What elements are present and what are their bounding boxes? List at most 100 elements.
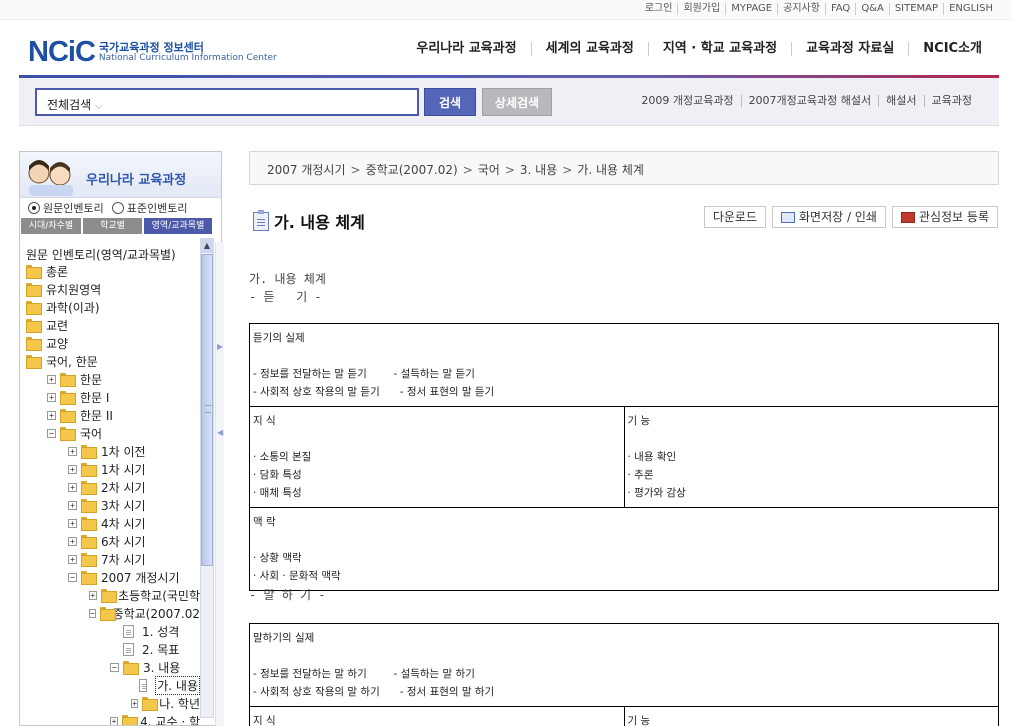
add-favorite-button[interactable]: 관심정보 등록 — [891, 206, 998, 228]
expand-toggle-icon[interactable]: + — [68, 554, 77, 564]
tree-item[interactable]: 교련 — [20, 316, 200, 334]
search-input[interactable]: 전체검색 ⌵ — [35, 88, 419, 116]
util-link[interactable]: FAQ — [824, 3, 855, 15]
download-button[interactable]: 다운로드 — [703, 206, 767, 228]
collapse-toggle-icon[interactable]: − — [89, 608, 96, 618]
gnb-item[interactable]: 세계의 교육과정 — [530, 42, 648, 56]
tab-by-subject[interactable]: 영역/교과목별 — [144, 218, 212, 234]
tree-item[interactable]: 유치원영역 — [20, 280, 200, 298]
breadcrumb-item[interactable]: 가. 내용 체계 — [577, 163, 644, 177]
gnb-item[interactable]: NCIC소개 — [908, 42, 996, 56]
tab-by-school[interactable]: 학교별 — [83, 218, 142, 234]
radio-checked-icon — [28, 202, 40, 214]
tree-item[interactable]: +4차 시기 — [20, 514, 200, 532]
tree-item[interactable]: − 3. 내용 — [20, 658, 200, 676]
save-print-button[interactable]: 화면저장 / 인쇄 — [772, 206, 886, 228]
search-button[interactable]: 검색 — [424, 88, 476, 116]
util-link[interactable]: 회원가입 — [677, 3, 725, 15]
breadcrumb-item[interactable]: 3. 내용 — [520, 163, 557, 177]
tree-item[interactable]: + 한문 II — [20, 406, 200, 424]
tree-item[interactable]: +4. 교수 · 학 — [20, 712, 200, 725]
tree-item[interactable]: +7차 시기 — [20, 550, 200, 568]
expand-toggle-icon[interactable]: + — [89, 590, 97, 600]
expand-toggle-icon[interactable]: + — [47, 392, 56, 402]
advanced-search-button[interactable]: 상세검색 — [482, 88, 552, 116]
tree-item[interactable]: 교양 — [20, 334, 200, 352]
tree-item[interactable]: − 2007 개정시기 — [20, 568, 200, 586]
gnb-item[interactable]: 지역 · 학교 교육과정 — [647, 42, 791, 56]
tree-item[interactable]: + 한문 — [20, 370, 200, 388]
tree-item[interactable]: +3차 시기 — [20, 496, 200, 514]
tree-item-label: 총론 — [46, 264, 69, 279]
breadcrumb-item[interactable]: 국어 — [478, 163, 500, 177]
site-logo[interactable]: NCiC 국가교육과정 정보센터 National Curriculum Inf… — [28, 36, 277, 69]
quick-link[interactable]: 2009 개정교육과정 — [634, 95, 740, 107]
expand-arrow-icon[interactable]: ◀ — [217, 428, 223, 437]
expand-toggle-icon[interactable]: + — [47, 410, 56, 420]
utility-links: 로그인 회원가입 MYPAGE 공지사항 FAQ Q&A SITEMAP ENGLISH — [640, 3, 998, 15]
speaking-content-table: 말하기의 실제 - 정보를 전달하는 말 하기 - 설득하는 말 하기 - 사회… — [249, 623, 999, 726]
tree-item-label: 국어 — [80, 426, 103, 441]
util-link[interactable]: Q&A — [855, 3, 889, 15]
tree-item-label: 교련 — [46, 318, 69, 333]
collapse-toggle-icon[interactable]: − — [110, 662, 119, 672]
tree-root-label[interactable]: 원문 인벤토리(영역/교과목별) — [20, 238, 200, 262]
breadcrumb-item[interactable]: 2007 개정시기 — [267, 163, 346, 177]
tree-item[interactable]: − 국어 — [20, 424, 200, 442]
collapse-toggle-icon[interactable]: − — [47, 428, 56, 438]
tree-scrollbar[interactable]: ▲ — [200, 238, 214, 718]
expand-toggle-icon[interactable]: + — [131, 698, 139, 708]
gnb-item[interactable]: 교육과정 자료실 — [791, 42, 908, 56]
expand-toggle-icon[interactable]: + — [68, 536, 77, 546]
scroll-up-icon[interactable]: ▲ — [201, 239, 213, 253]
tree-item[interactable]: 과학(이과) — [20, 298, 200, 316]
breadcrumb-item[interactable]: 중학교(2007.02) — [366, 163, 458, 177]
tree-item[interactable]: 가. 내용 — [20, 675, 200, 695]
page-title-wrap: 가. 내용 체계 — [253, 209, 365, 233]
expand-toggle-icon[interactable]: + — [47, 374, 56, 384]
gnb-item[interactable]: 우리나라 교육과정 — [402, 42, 530, 56]
expand-toggle-icon[interactable]: + — [68, 518, 77, 528]
left-panel-title: 우리나라 교육과정 — [86, 173, 187, 188]
collapse-toggle-icon[interactable]: − — [68, 572, 77, 582]
tree-item[interactable]: + 나. 학년 — [20, 694, 200, 712]
skill-title: 기 능 — [627, 415, 651, 427]
radio-original-inventory[interactable]: 원문인벤토리 — [28, 200, 104, 216]
search-scope-select[interactable]: 전체검색 ⌵ — [47, 96, 103, 113]
tree-item[interactable]: +1차 이전 — [20, 442, 200, 460]
scrollbar-thumb[interactable] — [201, 254, 213, 566]
util-link[interactable]: SITEMAP — [888, 3, 943, 15]
folder-icon — [81, 535, 97, 549]
quick-link[interactable]: 2007개정교육과정 해설서 — [740, 95, 879, 107]
util-link[interactable]: 로그인 — [640, 3, 678, 15]
folder-icon — [60, 373, 76, 387]
quick-link[interactable]: 해설서 — [878, 95, 923, 107]
tree-item[interactable]: 총론 — [20, 262, 200, 280]
expand-toggle-icon[interactable]: + — [68, 446, 77, 456]
expand-toggle-icon[interactable]: + — [68, 482, 77, 492]
page-title: 가. 내용 체계 — [274, 213, 365, 232]
tree-item[interactable]: 국어, 한문 — [20, 352, 200, 370]
left-panel-header: 우리나라 교육과정 — [20, 152, 221, 198]
tree-item[interactable]: + 한문 I — [20, 388, 200, 406]
quick-link[interactable]: 교육과정 — [923, 95, 979, 107]
panel-splitter[interactable]: ▶ ◀ — [215, 242, 224, 726]
folder-icon — [26, 319, 42, 333]
tree-item[interactable]: 1. 성격 — [20, 622, 200, 640]
tree-item[interactable]: +2차 시기 — [20, 478, 200, 496]
util-link[interactable]: ENGLISH — [943, 3, 998, 15]
expand-toggle-icon[interactable]: + — [110, 716, 119, 725]
util-link[interactable]: MYPAGE — [725, 3, 777, 15]
collapse-arrow-icon[interactable]: ▶ — [217, 342, 223, 351]
tree-item[interactable]: +6차 시기 — [20, 532, 200, 550]
tree-item[interactable]: +1차 시기 — [20, 460, 200, 478]
tree-item[interactable]: + 초등학교(국민학 — [20, 586, 200, 604]
expand-toggle-icon[interactable]: + — [68, 464, 77, 474]
tab-by-period[interactable]: 시대/차수별 — [21, 218, 81, 234]
tree-item[interactable]: − 중학교(2007.02 — [20, 604, 200, 622]
tree-item-label: 유치원영역 — [46, 282, 102, 297]
expand-toggle-icon[interactable]: + — [68, 500, 77, 510]
util-link[interactable]: 공지사항 — [777, 3, 825, 15]
tree-item[interactable]: 2. 목표 — [20, 640, 200, 658]
radio-standard-inventory[interactable]: 표준인벤토리 — [111, 200, 187, 216]
